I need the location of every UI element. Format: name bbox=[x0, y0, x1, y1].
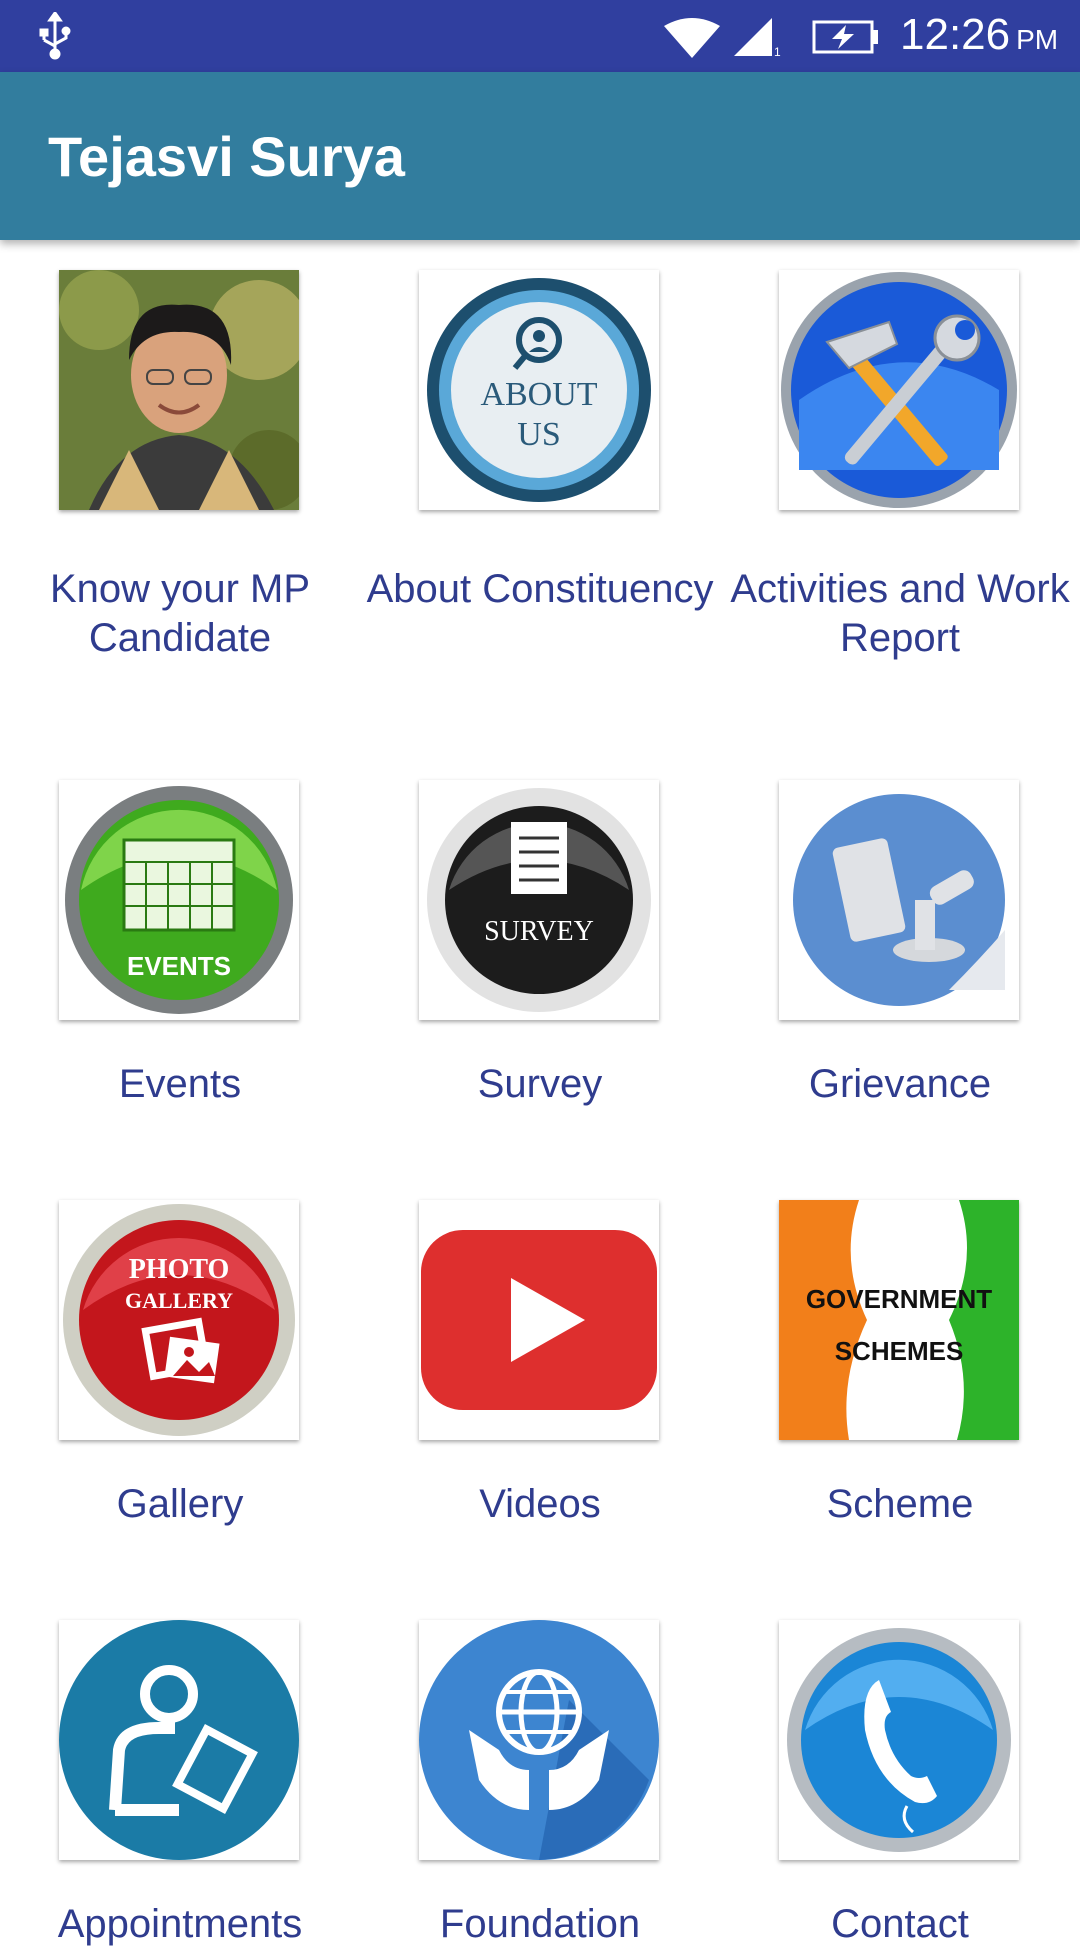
tile-activities[interactable]: Activities and Work Report bbox=[720, 240, 1080, 740]
foundation-globe-icon[interactable] bbox=[419, 1620, 659, 1860]
app-bar: Tejasvi Surya bbox=[0, 72, 1080, 240]
tile-label[interactable]: Videos bbox=[360, 1480, 720, 1529]
svg-text:ABOUT: ABOUT bbox=[480, 376, 597, 413]
candidate-photo[interactable] bbox=[59, 270, 299, 510]
battery-charging-icon bbox=[812, 20, 878, 54]
clock: 12:26 PM bbox=[900, 10, 1058, 60]
tile-label[interactable]: Grievance bbox=[720, 1060, 1080, 1109]
tile-label[interactable]: Appointments bbox=[0, 1900, 360, 1949]
tile-label[interactable]: Events bbox=[0, 1060, 360, 1109]
survey-icon[interactable]: SURVEY bbox=[419, 780, 659, 1020]
events-calendar-icon[interactable]: EVENTS bbox=[59, 780, 299, 1020]
svg-text:EVENTS: EVENTS bbox=[127, 951, 231, 981]
tile-foundation[interactable]: Foundation bbox=[360, 1580, 720, 1946]
tile-survey[interactable]: SURVEY Survey bbox=[360, 740, 720, 1160]
tile-label[interactable]: Foundation bbox=[360, 1900, 720, 1949]
tile-events[interactable]: EVENTS Events bbox=[0, 740, 360, 1160]
svg-text:SCHEMES: SCHEMES bbox=[835, 1336, 964, 1366]
phone-icon[interactable] bbox=[779, 1620, 1019, 1860]
tile-scheme[interactable]: GOVERNMENT SCHEMES Scheme bbox=[720, 1160, 1080, 1580]
wifi-icon bbox=[664, 18, 720, 58]
clock-ampm: PM bbox=[1016, 24, 1059, 55]
tile-about-constituency[interactable]: ABOUT US About Constituency bbox=[360, 240, 720, 740]
svg-text:1: 1 bbox=[774, 45, 781, 58]
tile-label[interactable]: About Constituency bbox=[360, 565, 720, 614]
tile-gallery[interactable]: PHOTO GALLERY Gallery bbox=[0, 1160, 360, 1580]
signal-icon: 1 bbox=[734, 18, 781, 58]
youtube-play-icon[interactable] bbox=[419, 1200, 659, 1440]
tile-know-your-mp[interactable]: Know your MP Candidate bbox=[0, 240, 360, 740]
tile-label[interactable]: Scheme bbox=[720, 1480, 1080, 1529]
status-bar: 1 12:26 PM bbox=[0, 0, 1080, 72]
menu-grid: Know your MP Candidate ABOUT US About Co… bbox=[0, 240, 1080, 1946]
tile-label[interactable]: Know your MP Candidate bbox=[0, 565, 360, 663]
tools-icon[interactable] bbox=[779, 270, 1019, 510]
svg-text:US: US bbox=[517, 416, 560, 453]
grievance-icon[interactable] bbox=[779, 780, 1019, 1020]
government-schemes-icon[interactable]: GOVERNMENT SCHEMES bbox=[779, 1200, 1019, 1440]
tile-videos[interactable]: Videos bbox=[360, 1160, 720, 1580]
photo-gallery-icon[interactable]: PHOTO GALLERY bbox=[59, 1200, 299, 1440]
about-us-icon[interactable]: ABOUT US bbox=[419, 270, 659, 510]
page-title: Tejasvi Surya bbox=[48, 125, 405, 188]
appointment-icon[interactable] bbox=[59, 1620, 299, 1860]
svg-text:GALLERY: GALLERY bbox=[125, 1288, 233, 1313]
svg-text:SURVEY: SURVEY bbox=[484, 916, 594, 947]
tile-appointments[interactable]: Appointments bbox=[0, 1580, 360, 1946]
svg-text:GOVERNMENT: GOVERNMENT bbox=[806, 1284, 992, 1314]
tile-contact[interactable]: Contact bbox=[720, 1580, 1080, 1946]
usb-icon bbox=[39, 12, 71, 60]
clock-time: 12:26 bbox=[900, 10, 1011, 59]
svg-text:PHOTO: PHOTO bbox=[129, 1254, 230, 1285]
tile-label[interactable]: Gallery bbox=[0, 1480, 360, 1529]
tile-label[interactable]: Activities and Work Report bbox=[720, 565, 1080, 663]
tile-label[interactable]: Contact bbox=[720, 1900, 1080, 1949]
tile-label[interactable]: Survey bbox=[360, 1060, 720, 1109]
tile-grievance[interactable]: Grievance bbox=[720, 740, 1080, 1160]
